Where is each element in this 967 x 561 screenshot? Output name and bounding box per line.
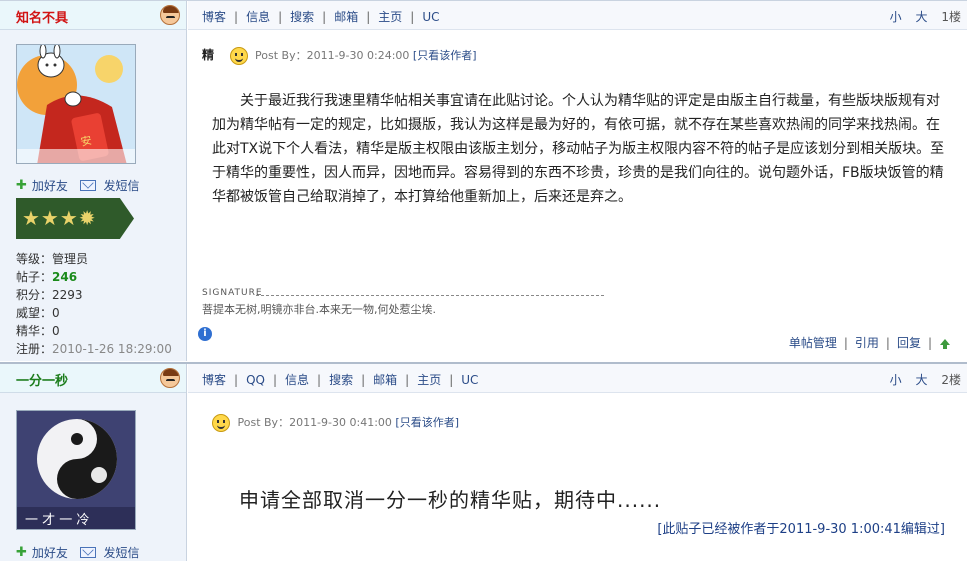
mail-icon — [79, 180, 96, 191]
author-links: ✚ 加好友 发短信 — [16, 177, 140, 194]
signature-label: SIGNATURE — [202, 288, 263, 298]
post-body: 申请全部取消一分一秒的精华贴，期待中...... — [239, 488, 662, 512]
rank-stars-icon: ★★★✹ — [22, 206, 97, 230]
only-author-link[interactable]: [只看该作者] — [413, 49, 477, 62]
author-panel: 一分一秒 一 才 一 冷 ✚ 加好友 发短信 — [0, 364, 187, 561]
author-panel: 知名不具 安 ✚ 加好友 发短信 ★★★✹ 等级：管理员 帖子：246 积分：2… — [0, 1, 187, 361]
stat-reputation: 威望：0 — [16, 306, 60, 320]
nav-info[interactable]: 信息 — [285, 373, 309, 387]
add-friend-link[interactable]: 加好友 — [32, 177, 68, 194]
gender-face-icon — [160, 5, 180, 25]
gender-face-icon — [160, 368, 180, 388]
author-header: 一分一秒 — [0, 364, 186, 393]
floor-number: 1楼 — [941, 10, 961, 24]
manage-post-link[interactable]: 单帖管理 — [789, 336, 837, 350]
stat-registered: 注册：2010-1-26 18:29:00 — [16, 342, 172, 356]
nav-mail[interactable]: 邮箱 — [334, 10, 358, 24]
only-author-link[interactable]: [只看该作者] — [395, 416, 459, 429]
avatar[interactable]: 一 才 一 冷 — [16, 410, 136, 530]
author-name[interactable]: 一分一秒 — [16, 370, 68, 389]
post-1: 知名不具 安 ✚ 加好友 发短信 ★★★✹ 等级：管理员 帖子：246 积分：2… — [0, 0, 967, 361]
avatar-image: 一 才 一 冷 — [17, 411, 135, 529]
elite-tag: 精 — [202, 48, 215, 62]
author-header: 知名不具 — [0, 1, 186, 30]
nav-search[interactable]: 搜索 — [329, 373, 353, 387]
info-icon[interactable]: i — [198, 327, 212, 341]
nav-uc[interactable]: UC — [422, 10, 439, 24]
stat-points: 积分：2293 — [16, 288, 83, 302]
add-friend-link[interactable]: 加好友 — [32, 544, 68, 561]
font-large-button[interactable]: 大 — [916, 10, 928, 24]
add-friend-icon: ✚ — [16, 178, 27, 193]
smiley-icon — [229, 47, 248, 65]
rank-badge: ★★★✹ — [16, 198, 134, 239]
add-friend-icon: ✚ — [16, 545, 27, 560]
post-content: 博客 | 信息 | 搜索 | 邮箱 | 主页 | UC 小 大 1楼 精 Post By：2011-… — [188, 1, 967, 361]
avatar-caption: 一 才 一 冷 — [25, 513, 89, 528]
author-name[interactable]: 知名不具 — [16, 7, 68, 26]
author-links: ✚ 加好友 发短信 — [16, 544, 140, 561]
stat-level: 等级：管理员 — [16, 252, 89, 266]
signature-divider — [256, 295, 604, 296]
post-actions: 单帖管理 | 引用 | 回复 | — [789, 334, 951, 351]
font-large-button[interactable]: 大 — [916, 373, 928, 387]
quote-link[interactable]: 引用 — [855, 336, 879, 350]
nav-blog[interactable]: 博客 — [202, 10, 226, 24]
floor-number: 2楼 — [941, 373, 961, 387]
send-message-link[interactable]: 发短信 — [104, 177, 140, 194]
nav-home[interactable]: 主页 — [378, 10, 402, 24]
reply-link[interactable]: 回复 — [897, 336, 921, 350]
font-small-button[interactable]: 小 — [890, 10, 902, 24]
post-meta: 精 Post By：2011-9-30 0:24:00 [只看该作者] — [202, 46, 477, 65]
back-to-top-icon[interactable] — [939, 338, 951, 349]
send-message-link[interactable]: 发短信 — [104, 544, 140, 561]
font-small-button[interactable]: 小 — [890, 373, 902, 387]
avatar-image: 安 — [17, 45, 135, 163]
edit-note: [此贴子已经被作者于2011-9-30 1:00:41编辑过] — [657, 522, 945, 537]
nav-search[interactable]: 搜索 — [290, 10, 314, 24]
nav-home[interactable]: 主页 — [417, 373, 441, 387]
author-nav: 博客 | QQ | 信息 | 搜索 | 邮箱 | 主页 | UC — [202, 373, 479, 387]
post-toolbar: 博客 | QQ | 信息 | 搜索 | 邮箱 | 主页 | UC 小 大 2楼 — [188, 364, 967, 393]
nav-uc[interactable]: UC — [461, 373, 478, 387]
stat-elite: 精华：0 — [16, 324, 60, 338]
author-nav: 博客 | 信息 | 搜索 | 邮箱 | 主页 | UC — [202, 10, 440, 24]
post-2: 一分一秒 一 才 一 冷 ✚ 加好友 发短信 博客 | QQ | 信息 | 搜索 | 邮箱 | 主页 — [0, 362, 967, 561]
mail-icon — [79, 547, 96, 558]
signature-text: 菩提本无树,明镜亦非台.本来无一物,何处惹尘埃. — [202, 303, 436, 316]
avatar[interactable]: 安 — [16, 44, 136, 164]
stat-posts: 帖子：246 — [16, 270, 78, 284]
post-content: 博客 | QQ | 信息 | 搜索 | 邮箱 | 主页 | UC 小 大 2楼 Post By：2011… — [188, 364, 967, 561]
floor-controls: 小 大 2楼 — [880, 371, 961, 388]
nav-info[interactable]: 信息 — [246, 10, 270, 24]
nav-blog[interactable]: 博客 — [202, 373, 226, 387]
post-toolbar: 博客 | 信息 | 搜索 | 邮箱 | 主页 | UC 小 大 1楼 — [188, 1, 967, 30]
post-meta: Post By：2011-9-30 0:41:00 [只看该作者] — [212, 414, 459, 432]
post-by: Post By：2011-9-30 0:41:00 — [237, 416, 392, 429]
post-body: 关于最近我行我速里精华帖相关事宜请在此贴讨论。个人认为精华贴的评定是由版主自行裁… — [212, 93, 945, 205]
smiley-icon — [212, 414, 230, 432]
nav-qq[interactable]: QQ — [246, 373, 265, 387]
author-stats: 等级：管理员 帖子：246 积分：2293 威望：0 精华：0 注册：2010-… — [16, 250, 172, 358]
nav-mail[interactable]: 邮箱 — [373, 373, 397, 387]
post-by: Post By：2011-9-30 0:24:00 — [255, 49, 410, 62]
floor-controls: 小 大 1楼 — [880, 8, 961, 25]
